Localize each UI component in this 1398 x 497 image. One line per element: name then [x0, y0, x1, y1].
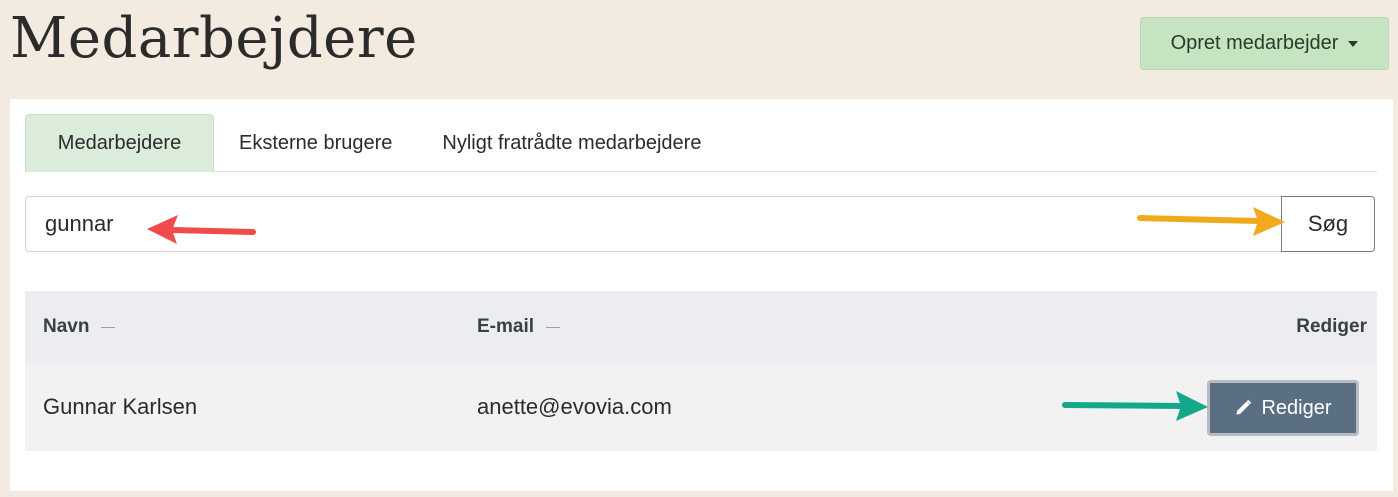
column-header-name[interactable]: Navn — [43, 316, 116, 338]
main-panel: Medarbejdere Eksterne brugere Nyligt fra… — [10, 99, 1393, 491]
caret-down-icon — [1348, 40, 1359, 47]
sort-icon — [101, 326, 116, 328]
tab-external-users[interactable]: Eksterne brugere — [214, 114, 417, 172]
table-row: Gunnar Karlsen anette@evovia.com Rediger — [25, 363, 1377, 451]
tab-bar: Medarbejdere Eksterne brugere Nyligt fra… — [25, 114, 1377, 172]
create-employee-button[interactable]: Opret medarbejder — [1140, 17, 1389, 70]
tab-recently-resigned[interactable]: Nyligt fratrådte medarbejdere — [417, 114, 726, 172]
create-employee-label: Opret medarbejder — [1170, 32, 1339, 54]
edit-button-label: Rediger — [1261, 396, 1332, 419]
column-header-email[interactable]: E-mail — [477, 316, 561, 338]
tab-label: Medarbejdere — [57, 132, 182, 154]
search-input[interactable] — [25, 196, 1283, 252]
edit-button[interactable]: Rediger — [1207, 380, 1359, 436]
employee-name: Gunnar Karlsen — [43, 394, 198, 419]
employee-email: anette@evovia.com — [477, 394, 672, 419]
table-header: Navn E-mail Rediger — [25, 291, 1377, 363]
column-header-edit: Rediger — [1296, 316, 1367, 337]
employees-table: Navn E-mail Rediger Gunnar Karlsen anett… — [25, 291, 1377, 451]
sort-icon — [546, 326, 561, 328]
pencil-icon — [1236, 399, 1252, 415]
page-title: Medarbejdere — [10, 6, 418, 71]
tab-label: Eksterne brugere — [239, 131, 393, 154]
tab-label: Nyligt fratrådte medarbejdere — [442, 131, 702, 154]
search-button[interactable]: Søg — [1281, 196, 1375, 252]
tab-employees[interactable]: Medarbejdere — [25, 114, 214, 172]
